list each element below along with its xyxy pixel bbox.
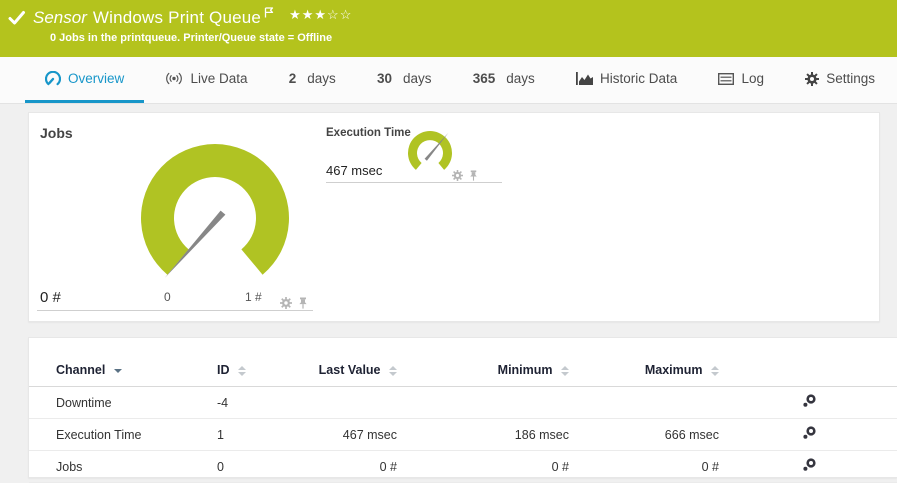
column-header-minimum[interactable]: Minimum bbox=[405, 356, 577, 387]
tab-settings[interactable]: Settings bbox=[785, 57, 895, 103]
sensor-type-label: Sensor bbox=[33, 8, 87, 28]
tab-label: Overview bbox=[68, 71, 124, 86]
execution-time-current-value: 467 msec bbox=[326, 163, 382, 178]
channel-settings-icon[interactable] bbox=[802, 458, 816, 472]
column-header-maximum[interactable]: Maximum bbox=[577, 356, 727, 387]
execution-time-gauge bbox=[398, 121, 464, 177]
tab-30-days[interactable]: 30 days bbox=[357, 57, 452, 103]
tab-live-data[interactable]: Live Data bbox=[145, 57, 267, 103]
sensor-tab-bar: Overview Live Data 2days 30days 365days … bbox=[0, 57, 897, 104]
status-up-check-icon bbox=[8, 10, 26, 26]
tab-label: Settings bbox=[826, 71, 875, 86]
jobs-current-value: 0 # bbox=[40, 289, 61, 306]
jobs-scale-max-label: 1 # bbox=[245, 290, 262, 304]
channels-table-card: Channel ID Last Value Minimum Maximum bbox=[28, 337, 897, 478]
sort-icons bbox=[389, 366, 397, 376]
sensor-title-row: Sensor Windows Print Queue ★★★☆☆ bbox=[0, 0, 897, 28]
channel-last-value: 467 msec bbox=[305, 419, 405, 451]
channel-id: -4 bbox=[217, 387, 305, 419]
tab-label-number: 30 bbox=[377, 71, 392, 86]
tab-label-number: 365 bbox=[473, 71, 496, 86]
area-chart-icon bbox=[576, 72, 593, 85]
execution-time-panel-icons bbox=[452, 170, 479, 181]
tab-label: days bbox=[403, 71, 432, 86]
sensor-status-header: Sensor Windows Print Queue ★★★☆☆ 0 Jobs … bbox=[0, 0, 897, 57]
channel-name: Downtime bbox=[29, 387, 217, 419]
sensor-name: Windows Print Queue bbox=[93, 8, 261, 28]
jobs-scale-min-label: 0 bbox=[164, 290, 171, 304]
sort-icons bbox=[711, 366, 719, 376]
gauge-icon bbox=[45, 71, 61, 87]
gear-icon bbox=[805, 72, 819, 86]
sort-icons bbox=[238, 366, 246, 376]
tab-overview[interactable]: Overview bbox=[25, 57, 144, 103]
sort-desc-icon bbox=[114, 369, 122, 373]
gauge-settings-gear-icon[interactable] bbox=[452, 170, 463, 181]
column-label: Minimum bbox=[498, 363, 553, 377]
channel-maximum: 666 msec bbox=[577, 419, 727, 451]
execution-time-gauge-panel: Execution Time 467 msec bbox=[326, 113, 506, 203]
channel-settings-icon[interactable] bbox=[802, 394, 816, 408]
column-label: Channel bbox=[56, 363, 105, 377]
tab-label: days bbox=[506, 71, 535, 86]
tab-historic-data[interactable]: Historic Data bbox=[556, 57, 697, 103]
priority-stars[interactable]: ★★★☆☆ bbox=[289, 7, 352, 23]
tab-label: Historic Data bbox=[600, 71, 677, 86]
channel-minimum: 186 msec bbox=[405, 419, 577, 451]
column-label: Maximum bbox=[645, 363, 703, 377]
jobs-gauge bbox=[29, 113, 321, 313]
log-list-icon bbox=[718, 73, 734, 85]
channel-id: 1 bbox=[217, 419, 305, 451]
tab-2-days[interactable]: 2 days bbox=[269, 57, 356, 103]
column-header-last-value[interactable]: Last Value bbox=[305, 356, 405, 387]
channel-last-value bbox=[305, 387, 405, 419]
tab-label: Log bbox=[741, 71, 764, 86]
jobs-underline bbox=[37, 310, 313, 311]
table-row-execution-time: Execution Time 1 467 msec 186 msec 666 m… bbox=[29, 419, 897, 451]
priority-flag-icon[interactable] bbox=[264, 7, 275, 18]
sensor-status-message: 0 Jobs in the printqueue. Printer/Queue … bbox=[50, 32, 897, 44]
column-header-channel[interactable]: Channel bbox=[29, 356, 217, 387]
table-header-row: Channel ID Last Value Minimum Maximum bbox=[29, 356, 897, 387]
table-row-downtime: Downtime -4 bbox=[29, 387, 897, 419]
channel-name: Execution Time bbox=[29, 419, 217, 451]
broadcast-icon bbox=[165, 72, 183, 85]
jobs-gauge-panel: Jobs 0 # 0 1 # bbox=[29, 113, 321, 321]
column-label: ID bbox=[217, 363, 230, 377]
tab-label: days bbox=[307, 71, 336, 86]
pin-icon[interactable] bbox=[297, 297, 309, 309]
gauges-card: Jobs 0 # 0 1 # bbox=[28, 112, 880, 322]
pin-icon[interactable] bbox=[468, 170, 479, 181]
channels-table: Channel ID Last Value Minimum Maximum bbox=[29, 356, 897, 483]
column-header-actions bbox=[727, 356, 897, 387]
execution-time-underline bbox=[326, 182, 502, 183]
gauge-settings-gear-icon[interactable] bbox=[280, 297, 292, 309]
tab-label-number: 2 bbox=[289, 71, 297, 86]
sort-icons bbox=[561, 366, 569, 376]
column-header-id[interactable]: ID bbox=[217, 356, 305, 387]
tab-365-days[interactable]: 365 days bbox=[453, 57, 555, 103]
channel-maximum bbox=[577, 387, 727, 419]
tab-label: Live Data bbox=[190, 71, 247, 86]
channel-minimum bbox=[405, 387, 577, 419]
column-label: Last Value bbox=[319, 363, 381, 377]
jobs-panel-icons bbox=[280, 297, 309, 309]
channel-settings-icon[interactable] bbox=[802, 426, 816, 440]
tab-log[interactable]: Log bbox=[698, 57, 784, 103]
